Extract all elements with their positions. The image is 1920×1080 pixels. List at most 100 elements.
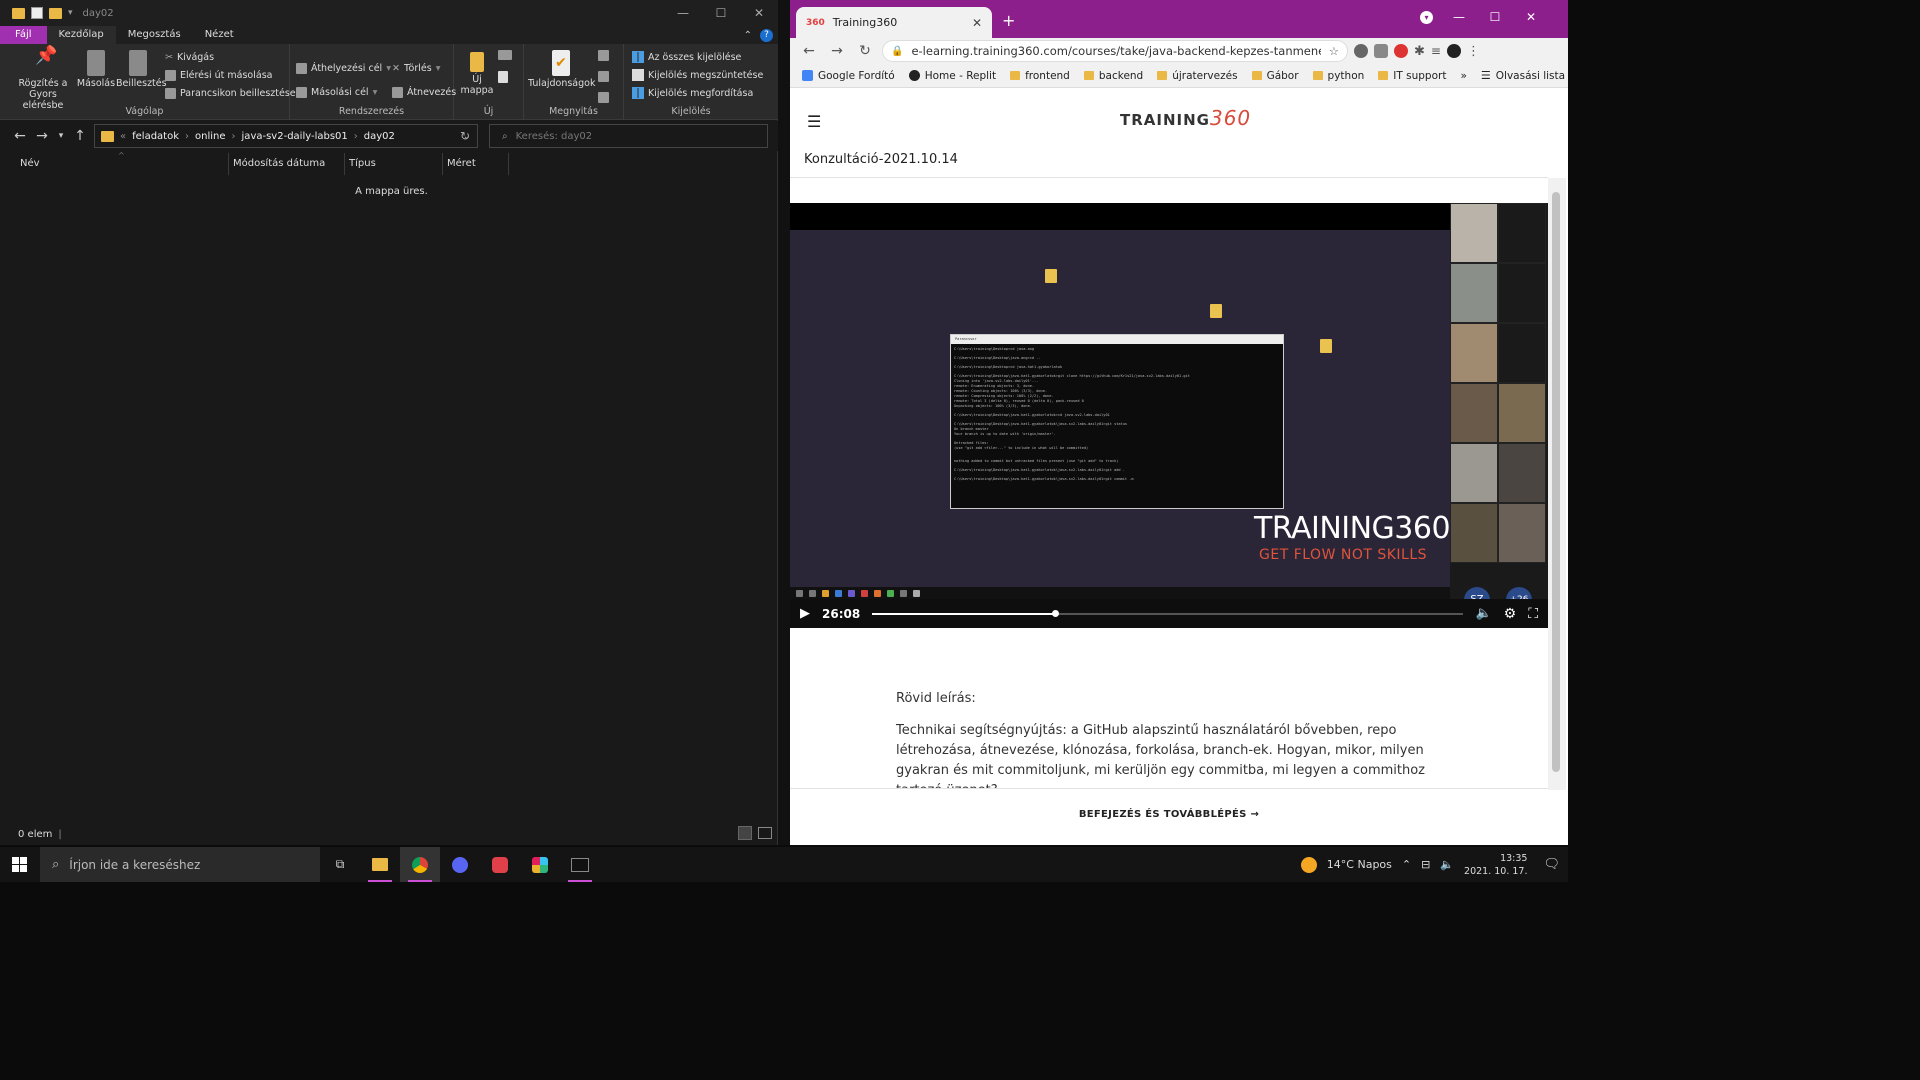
puzzle-icon[interactable]: ✱: [1414, 44, 1425, 59]
search-input[interactable]: ⌕ Keresés: day02: [489, 124, 768, 148]
up-arrow-icon[interactable]: ↑: [70, 128, 90, 144]
play-icon[interactable]: ▶: [800, 606, 810, 621]
move-to-button[interactable]: Áthelyezési cél ▾: [296, 56, 391, 80]
breadcrumb-item[interactable]: online: [195, 131, 226, 142]
edit-icon[interactable]: [598, 71, 609, 82]
bookmark[interactable]: Home - Replit: [908, 70, 996, 82]
minimize-button[interactable]: —: [1441, 10, 1477, 24]
column-type[interactable]: Típus: [345, 153, 443, 175]
rename-button[interactable]: Átnevezés: [392, 80, 456, 104]
details-view-icon[interactable]: [738, 826, 752, 840]
select-all-button[interactable]: Az összes kijelölése: [632, 48, 763, 66]
fullscreen-icon[interactable]: ⛶: [1528, 606, 1538, 622]
task-view-button[interactable]: ⧉: [320, 847, 360, 882]
refresh-icon[interactable]: ↻: [460, 129, 470, 143]
copy-button[interactable]: Másolás: [76, 44, 116, 89]
open-icon[interactable]: [598, 50, 609, 61]
bookmark-folder[interactable]: backend: [1083, 70, 1143, 82]
chevron-down-icon[interactable]: ▾: [68, 8, 73, 18]
back-arrow-icon[interactable]: ←: [10, 128, 30, 144]
column-size[interactable]: Méret: [443, 153, 509, 175]
delete-button[interactable]: ✕ Törlés ▾: [392, 56, 456, 80]
taskbar-slack[interactable]: [520, 847, 560, 882]
bookmark-folder[interactable]: IT support: [1378, 70, 1446, 82]
weather-widget[interactable]: 14°C Napos: [1327, 858, 1392, 871]
reload-icon[interactable]: ↻: [854, 43, 876, 59]
taskbar-terminal[interactable]: [560, 847, 600, 882]
chevron-up-icon[interactable]: ⌃: [1402, 858, 1411, 871]
checkbox-icon[interactable]: [31, 7, 43, 19]
taskbar-app[interactable]: [480, 847, 520, 882]
page-scrollbar[interactable]: [1548, 178, 1566, 790]
pin-quick-access-button[interactable]: 📌 Rögzítés a Gyors elérésbe: [10, 44, 76, 112]
forward-arrow-icon[interactable]: →: [32, 128, 52, 144]
breadcrumb-item[interactable]: feladatok: [132, 131, 179, 142]
cut-button[interactable]: ✂ Kivágás: [165, 48, 296, 66]
history-icon[interactable]: [598, 92, 609, 103]
menu-icon[interactable]: ⋮: [1467, 44, 1480, 59]
large-icons-view-icon[interactable]: [758, 827, 772, 839]
help-icon[interactable]: ?: [760, 28, 773, 42]
maximize-button[interactable]: ☐: [1477, 10, 1513, 24]
taskbar-discord[interactable]: [440, 847, 480, 882]
properties-button[interactable]: ✔ Tulajdonságok: [528, 44, 595, 89]
address-bar[interactable]: « feladatok › online › java-sv2-daily-labs…: [94, 124, 478, 148]
copy-to-button[interactable]: Másolási cél ▾: [296, 80, 391, 104]
new-folder-icon[interactable]: [49, 7, 62, 19]
forward-arrow-icon[interactable]: →: [826, 43, 848, 59]
extension-icon[interactable]: [1354, 44, 1368, 58]
avatar[interactable]: [1446, 44, 1461, 58]
new-tab-button[interactable]: +: [1002, 11, 1015, 30]
address-bar[interactable]: 🔒 e-learning.training360.com/courses/tak…: [882, 40, 1348, 62]
network-icon[interactable]: ⊟: [1421, 858, 1430, 871]
maximize-button[interactable]: ☐: [702, 0, 740, 26]
new-item-button[interactable]: [498, 50, 523, 86]
select-none-button[interactable]: Kijelölés megszüntetése: [632, 66, 763, 84]
notifications-icon[interactable]: 🗨: [1543, 857, 1560, 872]
tab-home[interactable]: Kezdőlap: [46, 26, 116, 44]
media-control-icon[interactable]: ≡: [1431, 44, 1441, 58]
volume-icon[interactable]: 🔈: [1440, 858, 1454, 871]
close-tab-icon[interactable]: ✕: [972, 16, 982, 30]
site-logo[interactable]: TRAINING360: [1120, 106, 1251, 130]
star-icon[interactable]: ☆: [1329, 44, 1339, 58]
copy-path-button[interactable]: Elérési út másolása: [165, 66, 296, 84]
minimize-button[interactable]: —: [664, 0, 702, 26]
recent-locations-icon[interactable]: ▾: [54, 131, 68, 141]
bookmark-folder[interactable]: python: [1312, 70, 1364, 82]
close-button[interactable]: ✕: [1513, 10, 1549, 24]
extension-icon[interactable]: [1394, 44, 1408, 58]
paste-shortcut-button[interactable]: Parancsikon beillesztése: [165, 84, 296, 102]
clock[interactable]: 13:35 2021. 10. 17.: [1464, 852, 1527, 878]
column-modified[interactable]: Módosítás dátuma: [229, 153, 345, 175]
column-name[interactable]: Név: [0, 153, 229, 175]
progress-handle[interactable]: [1052, 610, 1060, 617]
profile-menu-icon[interactable]: ▾: [1420, 10, 1433, 24]
start-button[interactable]: [0, 847, 38, 882]
tab-file[interactable]: Fájl: [0, 26, 47, 44]
extension-icon[interactable]: [1374, 44, 1388, 58]
more-bookmarks-icon[interactable]: »: [1460, 70, 1466, 82]
new-folder-button[interactable]: Új mappa: [460, 44, 494, 96]
bookmark-folder[interactable]: Gábor: [1251, 70, 1299, 82]
bookmark[interactable]: Google Fordító: [802, 70, 895, 82]
back-arrow-icon[interactable]: ←: [798, 43, 820, 59]
browser-tab[interactable]: 360 Training360 ✕: [796, 7, 992, 38]
bookmark-folder[interactable]: frontend: [1010, 70, 1070, 82]
taskbar-chrome[interactable]: [400, 847, 440, 882]
volume-icon[interactable]: 🔈: [1475, 606, 1491, 621]
complete-and-continue-button[interactable]: BEFEJEZÉS ÉS TOVÁBBLÉPÉS →: [790, 788, 1548, 845]
paste-button[interactable]: Beillesztés: [116, 44, 167, 89]
reading-list-button[interactable]: ☰ Olvasási lista: [1481, 69, 1575, 82]
bookmark-folder[interactable]: újratervezés: [1157, 70, 1238, 82]
close-button[interactable]: ✕: [740, 0, 778, 26]
invert-selection-button[interactable]: Kijelölés megfordítása: [632, 84, 763, 102]
video-player[interactable]: Parancssor C:\Users\training\Desktop>cd …: [790, 203, 1548, 628]
video-progress-bar[interactable]: [872, 610, 1464, 617]
breadcrumb-item[interactable]: java-sv2-daily-labs01: [242, 131, 348, 142]
collapse-ribbon-icon[interactable]: ⌃: [744, 30, 760, 41]
taskbar-explorer[interactable]: [360, 847, 400, 882]
tab-share[interactable]: Megosztás: [116, 26, 193, 44]
hamburger-menu-icon[interactable]: ☰: [807, 112, 821, 131]
breadcrumb-item[interactable]: day02: [364, 131, 395, 142]
